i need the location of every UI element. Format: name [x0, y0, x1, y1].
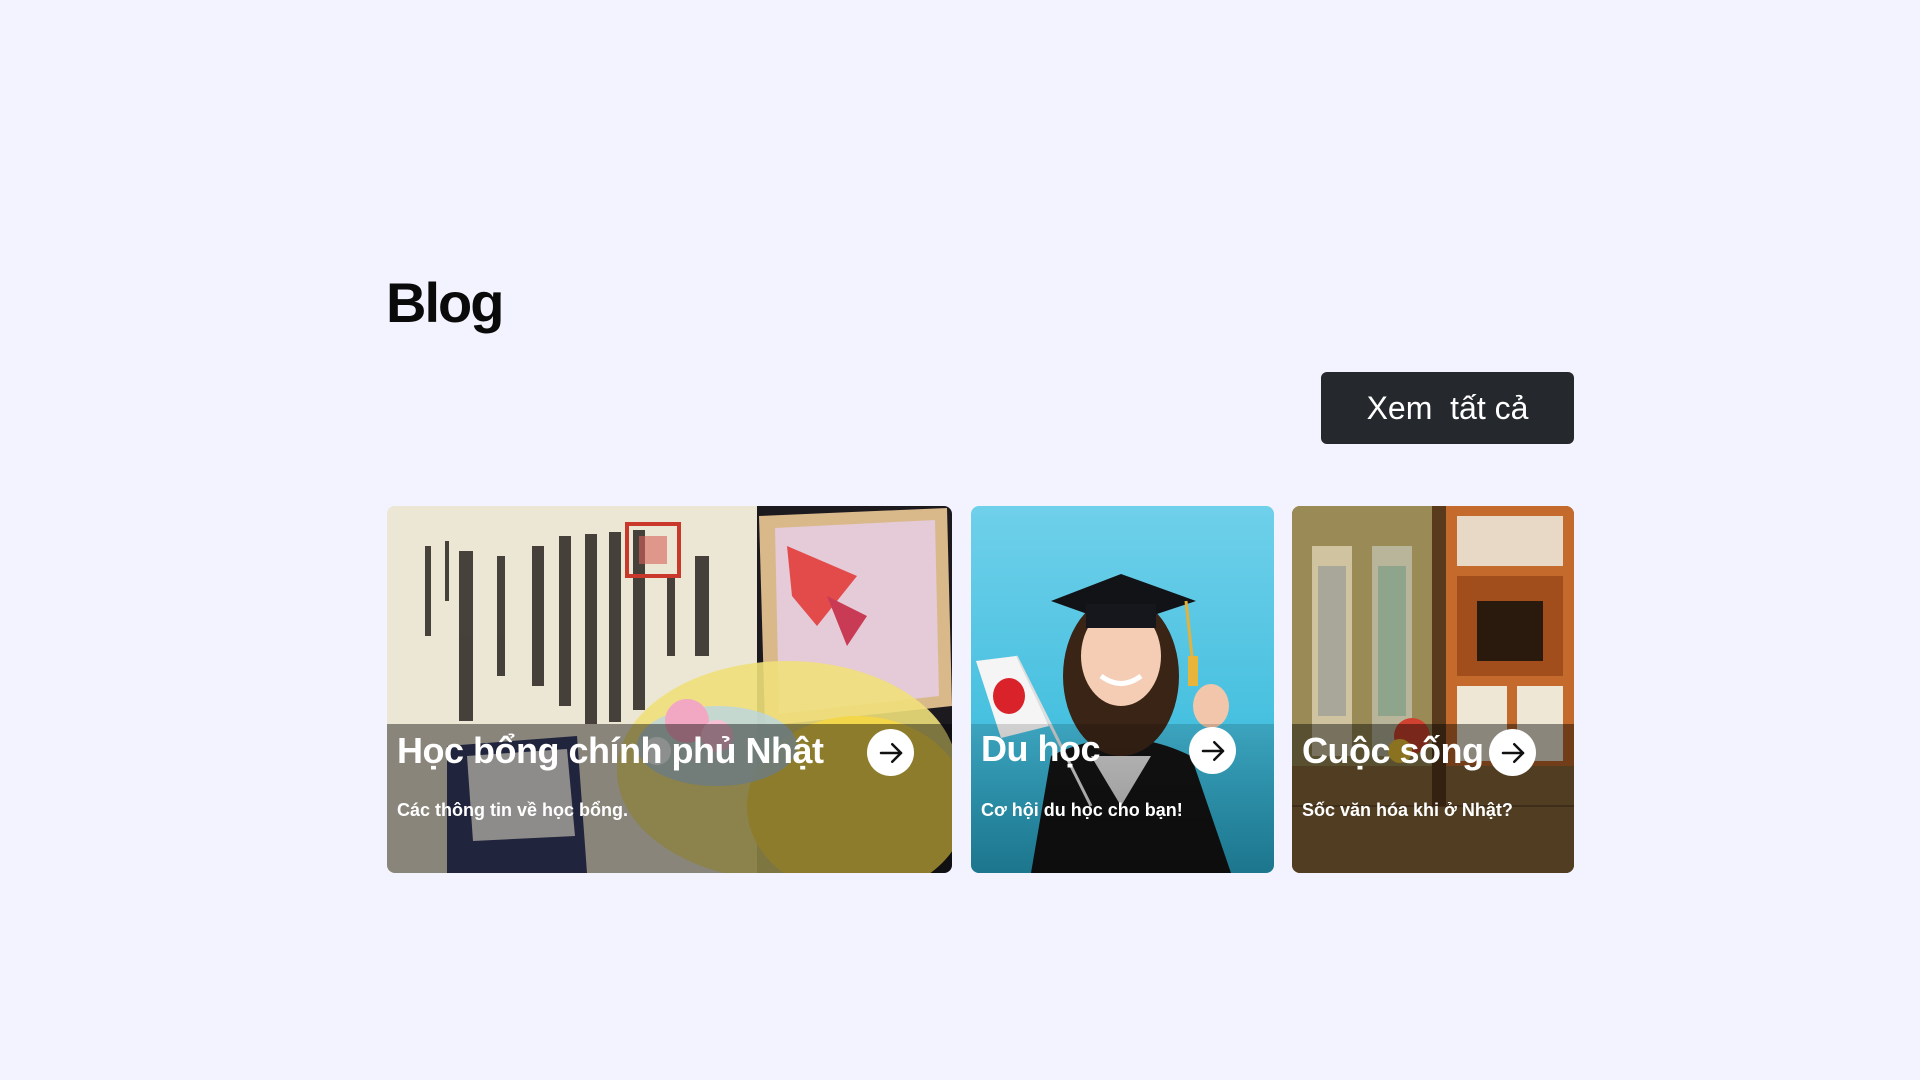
arrow-right-icon[interactable]: [1489, 729, 1536, 776]
blog-card-study-abroad[interactable]: Du học Cơ hội du học cho bạn!: [971, 506, 1274, 873]
section-title: Blog: [386, 271, 504, 334]
card-title: Cuộc sống: [1302, 730, 1484, 771]
arrow-right-icon[interactable]: [1189, 727, 1236, 774]
card-title: Du học: [981, 728, 1101, 769]
card-description: Sốc văn hóa khi ở Nhật?: [1302, 800, 1513, 820]
view-all-button[interactable]: Xem tất cả: [1321, 372, 1574, 444]
arrow-right-icon[interactable]: [867, 729, 914, 776]
blog-section: Blog Xem tất cả Học bổng chính phủ Nhật …: [0, 0, 1920, 1080]
card-title: Học bổng chính phủ Nhật: [397, 730, 824, 771]
card-description: Các thông tin về học bổng.: [397, 800, 628, 820]
blog-card-life[interactable]: Cuộc sống Sốc văn hóa khi ở Nhật?: [1292, 506, 1574, 873]
card-description: Cơ hội du học cho bạn!: [981, 800, 1183, 820]
blog-card-scholarship[interactable]: Học bổng chính phủ Nhật Các thông tin về…: [387, 506, 952, 873]
